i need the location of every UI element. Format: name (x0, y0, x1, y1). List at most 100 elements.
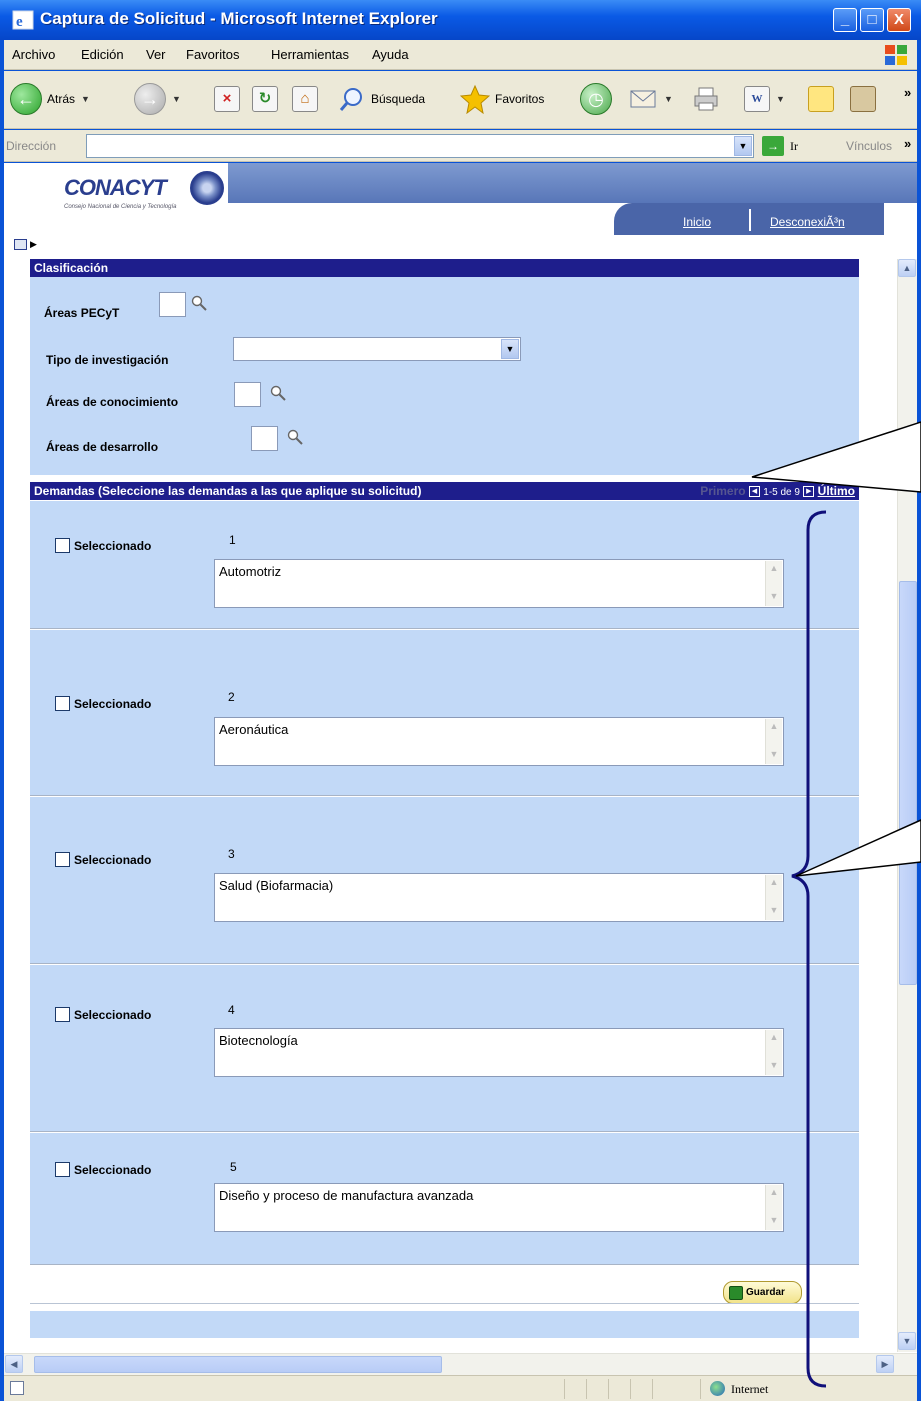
page-viewport: Inicio DesconexiÃ³n CONACYT Consejo Naci… (4, 163, 917, 1375)
nav-desconexion[interactable]: DesconexiÃ³n (770, 215, 845, 229)
pagelet-arrow-icon[interactable]: ▶ (30, 239, 37, 250)
back-button[interactable]: ← Atrás ▼ (10, 81, 90, 117)
search-lookup-icon[interactable] (191, 295, 207, 311)
tipo-investigacion-select[interactable]: ▼ (233, 337, 521, 361)
chevron-down-icon[interactable]: ▼ (501, 339, 519, 359)
textarea-scrollbar[interactable]: ▲ ▼ (765, 719, 782, 764)
scroll-left-icon[interactable]: ◀ (5, 1355, 23, 1373)
tipo-investigacion-label: Tipo de investigación (46, 353, 169, 367)
save-button[interactable]: Guardar (723, 1281, 802, 1304)
address-input[interactable]: ▼ (86, 134, 754, 158)
pager-first[interactable]: Primero (700, 484, 745, 498)
search-icon (339, 88, 362, 111)
scroll-right-icon[interactable]: ▶ (876, 1355, 894, 1373)
textarea-scrollbar[interactable]: ▲ ▼ (765, 875, 782, 920)
demanda-textarea[interactable]: Salud (Biofarmacia) ▲ ▼ (214, 873, 784, 922)
history-icon: ◷ (580, 83, 612, 115)
textarea-scrollbar[interactable]: ▲ ▼ (765, 561, 782, 606)
menu-favoritos[interactable]: Favoritos (186, 47, 239, 62)
forward-button[interactable]: → ▼ (134, 81, 181, 117)
close-button[interactable]: X (887, 8, 911, 32)
areas-desarrollo-label: Áreas de desarrollo (46, 440, 159, 454)
security-zone: Internet (731, 1382, 769, 1396)
mail-button[interactable]: ▼ (628, 81, 673, 117)
pagelet-icon[interactable] (14, 239, 27, 250)
demandas-title: Demandas (Seleccione las demandas a las … (34, 484, 422, 498)
minimize-button[interactable]: _ (833, 8, 857, 32)
checkbox-label: Seleccionado (74, 539, 152, 553)
textarea-scrollbar[interactable]: ▲ ▼ (765, 1030, 782, 1075)
svg-text:e: e (16, 14, 23, 30)
window-title: Captura de Solicitud - Microsoft Interne… (40, 9, 438, 28)
print-button[interactable] (692, 81, 720, 117)
banner-band (228, 163, 917, 203)
menu-bar: Archivo Edición Ver Favoritos Herramient… (4, 40, 917, 70)
refresh-button[interactable]: ↻ (252, 81, 278, 117)
menu-herramientas[interactable]: Herramientas (271, 47, 349, 62)
go-arrow-icon[interactable]: → (762, 136, 784, 156)
seleccionado-checkbox[interactable] (55, 538, 70, 553)
go-button[interactable]: Ir (790, 139, 798, 154)
maximize-button[interactable]: □ (860, 8, 884, 32)
search-lookup-icon[interactable] (270, 385, 286, 401)
pager-last[interactable]: Último (818, 484, 855, 498)
history-button[interactable]: ◷ (580, 81, 612, 117)
horizontal-scrollbar[interactable]: ◀ ▶ (4, 1353, 917, 1375)
scroll-thumb[interactable] (34, 1356, 442, 1373)
row-number: 5 (230, 1160, 237, 1174)
checkbox-label: Seleccionado (74, 697, 152, 711)
search-lookup-icon[interactable] (287, 429, 303, 445)
demanda-textarea[interactable]: Automotriz ▲ ▼ (214, 559, 784, 608)
home-button[interactable]: ⌂ (292, 81, 318, 117)
favorites-button[interactable]: Favoritos (460, 81, 544, 117)
seleccionado-checkbox[interactable] (55, 852, 70, 867)
seleccionado-checkbox[interactable] (55, 1162, 70, 1177)
star-icon (460, 84, 490, 114)
stop-button[interactable]: × (214, 81, 240, 117)
chevron-down-icon[interactable]: ▼ (734, 136, 752, 156)
note-icon (808, 86, 834, 112)
menu-archivo[interactable]: Archivo (12, 47, 55, 62)
menu-edicion[interactable]: Edición (81, 47, 124, 62)
edit-word-button[interactable]: W ▼ (744, 81, 785, 117)
search-button[interactable]: Búsqueda (338, 81, 425, 117)
menu-ayuda[interactable]: Ayuda (372, 47, 409, 62)
seleccionado-checkbox[interactable] (55, 1007, 70, 1022)
menu-ver[interactable]: Ver (146, 47, 166, 62)
ie-logo-icon: e (12, 10, 34, 30)
scroll-up-icon[interactable]: ▲ (898, 259, 916, 277)
next-page-icon[interactable]: ▶ (803, 486, 815, 498)
areas-desarrollo-input[interactable] (251, 426, 278, 451)
areas-pecyt-input[interactable] (159, 292, 186, 317)
status-bar: Internet (4, 1375, 917, 1401)
back-arrow-icon: ← (10, 83, 42, 115)
pager-range: 1-5 de 9 (763, 487, 800, 498)
demanda-textarea[interactable]: Diseño y proceso de manufactura avanzada… (214, 1183, 784, 1232)
links-overflow-icon[interactable]: » (904, 136, 911, 151)
checkbox-label: Seleccionado (74, 1008, 152, 1022)
seleccionado-checkbox[interactable] (55, 696, 70, 711)
table-row (30, 630, 859, 796)
row-number: 4 (228, 1003, 235, 1017)
textarea-scrollbar[interactable]: ▲ ▼ (765, 1185, 782, 1230)
save-disk-icon (729, 1285, 743, 1300)
dropdown-arrow-icon: ▼ (81, 94, 90, 104)
areas-conocimiento-input[interactable] (234, 382, 261, 407)
toolbar-overflow-icon[interactable]: » (904, 85, 911, 100)
links-button[interactable]: Vínculos (846, 139, 892, 153)
dropdown-arrow-icon: ▼ (664, 94, 673, 104)
refresh-icon: ↻ (252, 86, 278, 112)
mail-icon (630, 90, 656, 108)
nav-divider (749, 209, 751, 231)
demanda-textarea[interactable]: Biotecnología ▲ ▼ (214, 1028, 784, 1077)
scroll-thumb[interactable] (899, 581, 917, 985)
row-number: 2 (228, 690, 235, 704)
checkbox-label: Seleccionado (74, 853, 152, 867)
research-button[interactable] (850, 81, 876, 117)
scroll-down-icon[interactable]: ▼ (898, 1332, 916, 1350)
discuss-button[interactable] (808, 81, 834, 117)
demanda-textarea[interactable]: Aeronáutica ▲ ▼ (214, 717, 784, 766)
prev-page-icon[interactable]: ◀ (748, 486, 760, 498)
nav-inicio[interactable]: Inicio (683, 215, 711, 229)
vertical-scrollbar[interactable]: ▲ ▼ (897, 259, 917, 1352)
